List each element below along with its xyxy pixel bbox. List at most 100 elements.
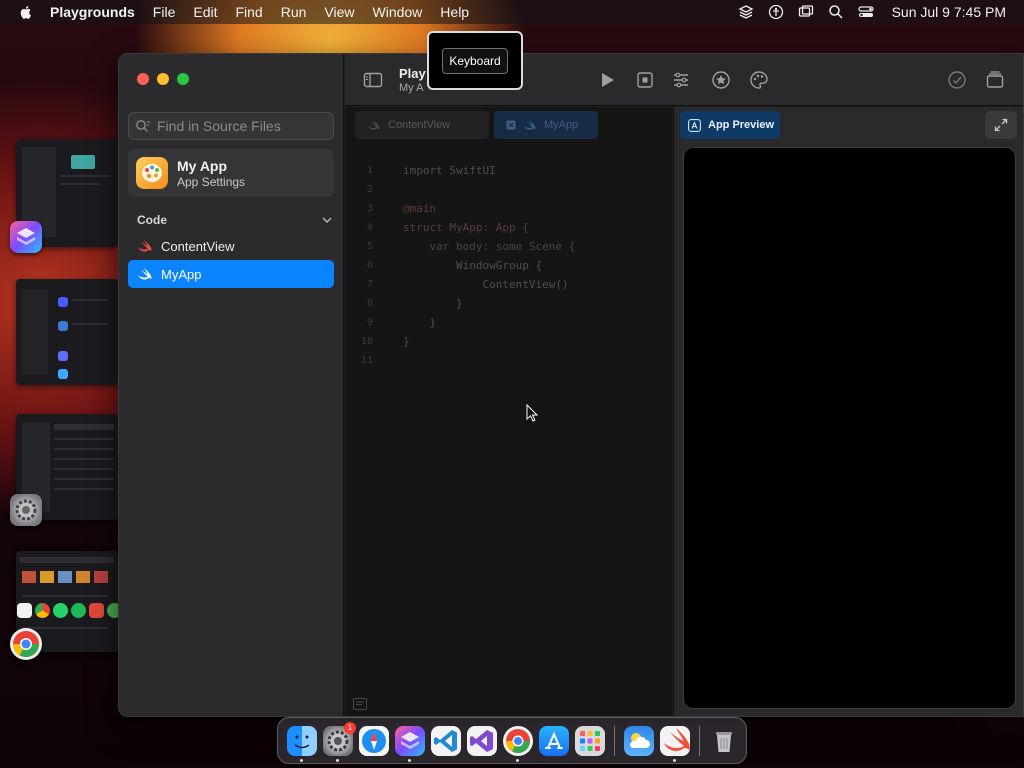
menu-bar: Playgrounds File Edit Find Run View Wind… (0, 0, 1024, 24)
menu-view[interactable]: View (324, 4, 354, 20)
gear-icon (15, 499, 37, 521)
chrome-mini-icon (35, 603, 50, 618)
code-text: import SwiftUI (403, 164, 496, 177)
app-preview-button[interactable]: App Preview (680, 111, 780, 139)
shortcuts-app-icon[interactable] (10, 221, 42, 253)
tooltip-text: Keyboard (442, 47, 508, 74)
checkmark-icon[interactable] (947, 70, 967, 90)
shortcuts-dock-icon[interactable] (395, 725, 425, 762)
line-number: 1 (366, 165, 373, 176)
tab-myapp[interactable]: MyApp (494, 111, 598, 139)
stop-icon[interactable] (635, 70, 655, 90)
code-text: var body: some Scene { (403, 240, 576, 253)
project-settings-item[interactable]: My App App Settings (128, 149, 334, 197)
swift-playgrounds-dock-icon[interactable] (660, 725, 690, 762)
code-line: 6 WindowGroup { (345, 256, 672, 275)
library-icon[interactable] (985, 70, 1005, 90)
close-tab-icon[interactable] (506, 120, 516, 130)
search-input[interactable] (157, 118, 327, 134)
menu-clock[interactable]: Sun Jul 9 7:45 PM (892, 4, 1006, 20)
finder-dock-icon[interactable] (287, 725, 317, 762)
swift-file-icon (138, 268, 152, 280)
vscode-dock-icon[interactable] (431, 725, 461, 756)
toggle-sidebar-icon[interactable] (363, 70, 383, 90)
chrome-app-icon[interactable] (10, 628, 42, 660)
shortcuts-glyph-icon (17, 228, 35, 245)
layers-icon[interactable] (738, 4, 754, 20)
search-icon[interactable] (828, 4, 844, 20)
apple-menu-icon[interactable] (18, 4, 34, 20)
minimize-button[interactable] (157, 73, 169, 85)
screen-mirroring-icon[interactable] (798, 4, 814, 20)
code-section-header[interactable]: Code (137, 213, 332, 227)
cloud-icon (630, 732, 650, 748)
expand-preview-button[interactable] (985, 111, 1017, 139)
code-editor[interactable]: ContentView MyApp 1 import SwiftUI 2 3 @ma… (345, 107, 672, 716)
code-line: 2 (345, 180, 672, 199)
palette-icon[interactable] (749, 70, 769, 90)
menu-run[interactable]: Run (281, 4, 307, 20)
console-toggle-icon[interactable] (353, 698, 367, 710)
menu-find[interactable]: Find (235, 4, 262, 20)
sidebar-item-contentview[interactable]: ContentView (128, 232, 334, 260)
expand-icon (994, 118, 1008, 132)
line-number: 9 (366, 317, 373, 328)
code-lines[interactable]: 1 import SwiftUI 2 3 @main 4 struct MyApp: … (345, 161, 672, 370)
menu-app-name[interactable]: Playgrounds (50, 4, 135, 20)
stage-thumbnail-2[interactable] (16, 279, 118, 385)
menu-window[interactable]: Window (373, 4, 423, 20)
system-settings-app-icon[interactable] (10, 494, 42, 526)
close-button[interactable] (137, 73, 149, 85)
file-label: MyApp (161, 266, 202, 282)
window-title: Play My A (399, 66, 426, 94)
code-line: 3 @main (345, 199, 672, 218)
star-icon[interactable] (711, 70, 731, 90)
code-line: 5 var body: some Scene { (345, 237, 672, 256)
file-label: ContentView (161, 238, 235, 254)
trash-icon (716, 731, 732, 752)
accessibility-icon[interactable] (768, 4, 784, 20)
visual-studio-dock-icon[interactable] (467, 725, 497, 756)
playgrounds-window: My App App Settings Code ContentView MyA… (118, 53, 1024, 717)
search-icon (136, 120, 150, 132)
weather-dock-icon[interactable] (624, 725, 654, 756)
mouse-cursor-icon (526, 404, 538, 422)
menu-help[interactable]: Help (440, 4, 469, 20)
code-line: 9 } (345, 313, 672, 332)
running-indicator (673, 758, 676, 762)
safari-dock-icon[interactable] (359, 725, 389, 756)
dock-separator (699, 725, 700, 756)
menu-edit[interactable]: Edit (193, 4, 217, 20)
chrome-dock-icon[interactable] (503, 725, 533, 762)
tab-label: ContentView (388, 119, 451, 131)
code-line: 10} (345, 332, 672, 351)
sidebar-item-myapp[interactable]: MyApp (128, 260, 334, 288)
code-line: 1 import SwiftUI (345, 161, 672, 180)
visual-studio-logo-icon (470, 729, 493, 752)
run-icon[interactable] (597, 70, 617, 90)
code-line: 11 (345, 351, 672, 370)
running-indicator (516, 758, 519, 762)
vscode-logo-icon (434, 729, 457, 752)
chevron-down-icon[interactable] (322, 216, 332, 224)
chrome-logo-icon (506, 728, 530, 753)
grid-icon (580, 730, 600, 751)
code-text: ContentView() (403, 278, 569, 291)
menu-file[interactable]: File (153, 4, 176, 20)
running-indicator (300, 758, 303, 762)
sliders-icon[interactable] (671, 70, 691, 90)
preview-screen[interactable] (683, 147, 1016, 709)
line-number: 11 (360, 355, 373, 366)
settings-dock-icon[interactable]: 1 (323, 721, 356, 762)
launchpad-dock-icon[interactable] (575, 725, 605, 756)
code-text: @main (403, 202, 437, 215)
zoom-button[interactable] (177, 73, 189, 85)
app-store-dock-icon[interactable] (539, 725, 569, 756)
source-search-field[interactable] (128, 112, 334, 140)
code-text: struct MyApp: App { (403, 221, 529, 234)
tab-contentview[interactable]: ContentView (355, 111, 489, 139)
control-center-icon[interactable] (857, 4, 874, 20)
swift-file-icon (138, 240, 152, 252)
trash-dock-icon[interactable] (709, 726, 739, 756)
line-number: 3 (366, 203, 373, 214)
